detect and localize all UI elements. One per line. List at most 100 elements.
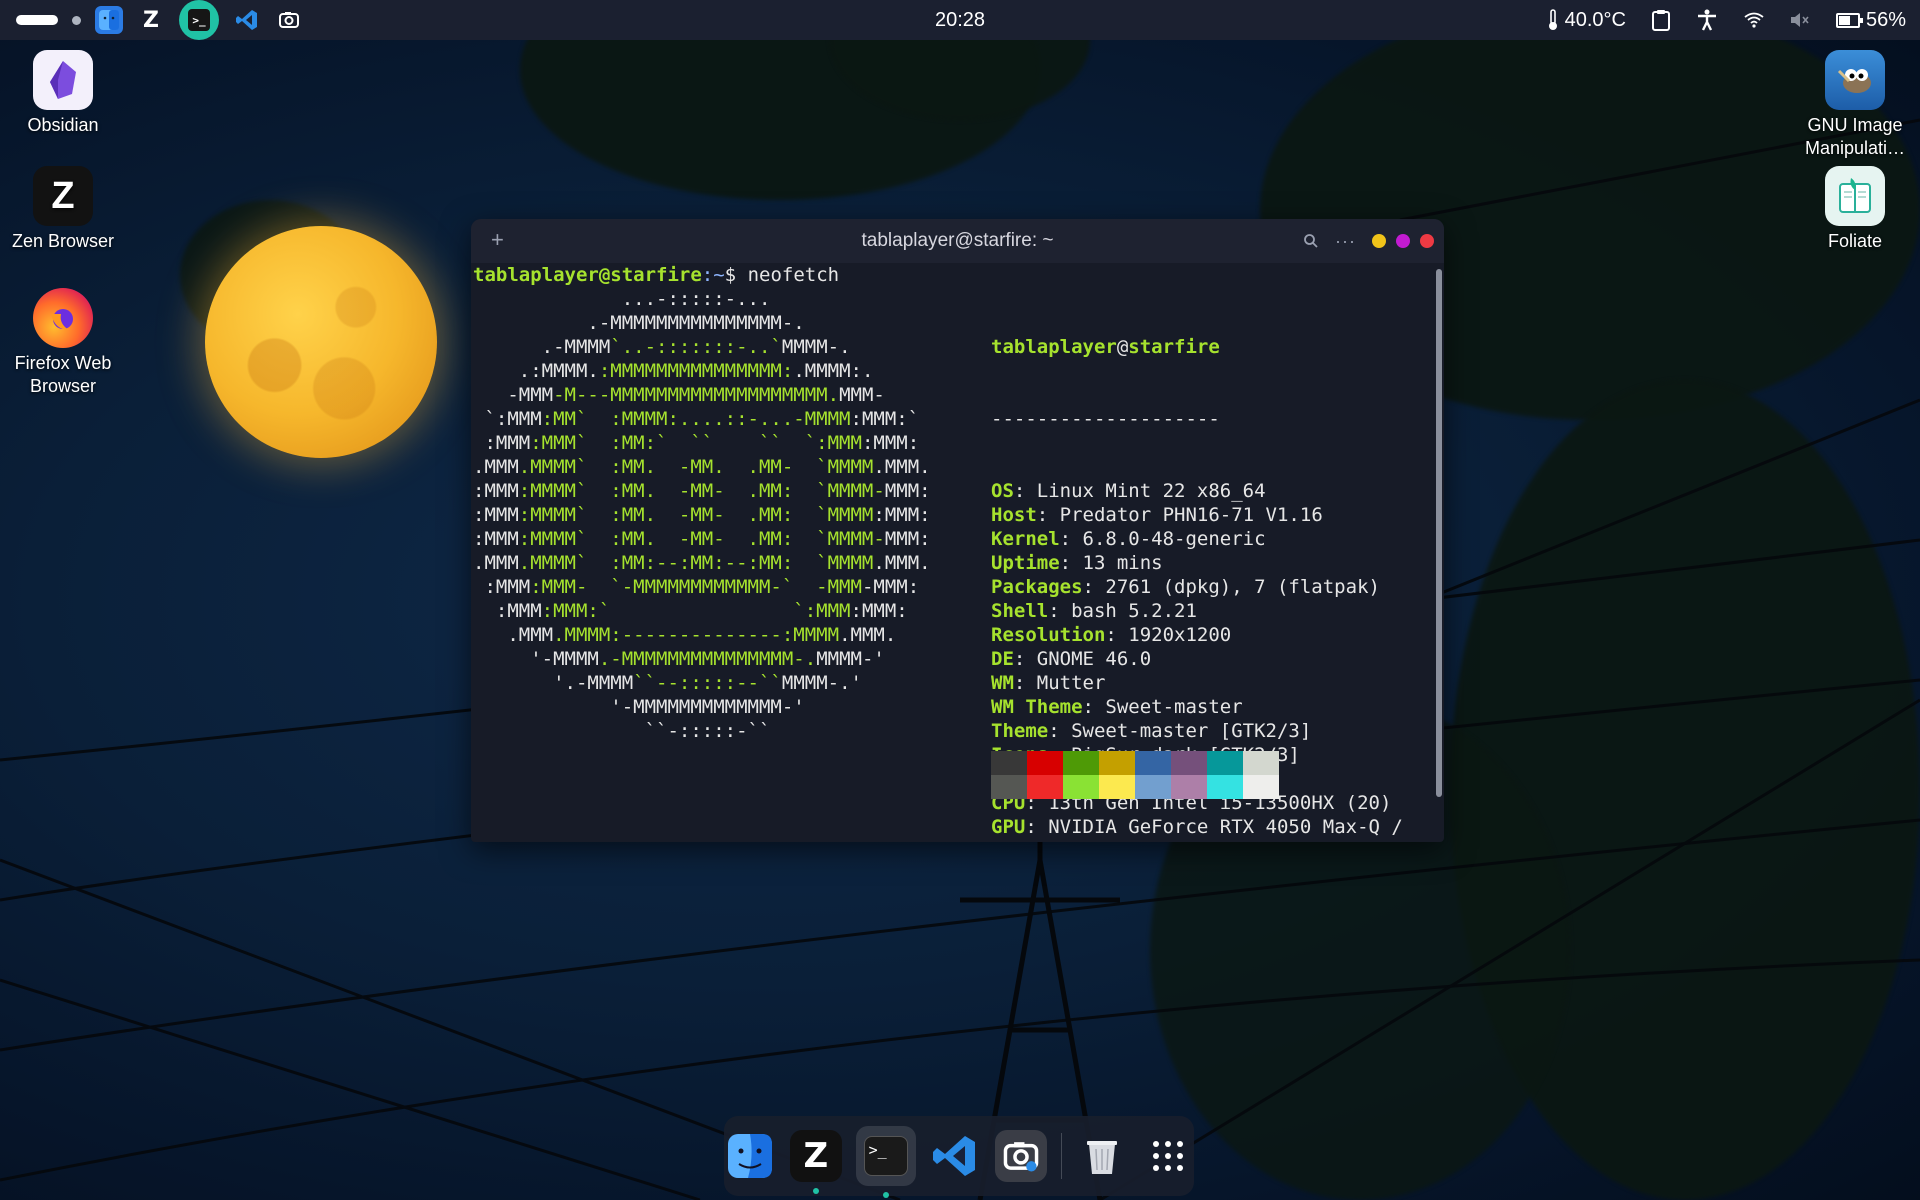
info-row: Host: Predator PHN16-71 V1.16 xyxy=(991,504,1323,526)
logo-segment: .MMMM` :MM:--:MM:--:MM: `MMMM xyxy=(518,552,874,574)
color-swatch xyxy=(1171,775,1207,799)
info-row: DE: GNOME 46.0 xyxy=(991,648,1152,670)
maximize-button[interactable] xyxy=(1396,234,1410,248)
running-indicator xyxy=(882,1192,889,1198)
logo-segment: '.-MMMM xyxy=(473,672,634,694)
info-value: Linux Mint 22 x86_64 xyxy=(1036,480,1266,502)
close-button[interactable] xyxy=(1420,234,1434,248)
info-row: Packages: 2761 (dpkg), 7 (flatpak) xyxy=(991,576,1380,598)
clock[interactable]: 20:28 xyxy=(925,9,995,31)
logo-segment: MMMM-. xyxy=(781,336,851,358)
finder-icon[interactable] xyxy=(724,1130,776,1182)
logo-segment: :MMM xyxy=(473,528,519,550)
info-row: Kernel: 6.8.0-48-generic xyxy=(991,528,1266,550)
desktop-icon-label: GNU Image Manipulati… xyxy=(1804,115,1906,158)
logo-line: :MMM:MMMM` :MM. -MM- .MM: `MMMM-MMM: xyxy=(473,527,931,551)
minimize-button[interactable] xyxy=(1372,234,1386,248)
desktop-icon-foliate[interactable]: Foliate xyxy=(1790,166,1920,253)
logo-segment: :MMM xyxy=(473,576,531,598)
mint-ascii-logo: ...-:::::-... .-MMMMMMMMMMMMMMM-. .-MMMM… xyxy=(473,287,931,743)
info-value: Sweet-master xyxy=(1105,696,1243,718)
screenshot-icon[interactable] xyxy=(995,1130,1048,1182)
terminal-icon[interactable]: >_ xyxy=(855,1126,916,1198)
logo-segment: `:MMM xyxy=(473,408,542,430)
logo-segment: '-MMMM xyxy=(473,648,599,670)
wifi-icon[interactable] xyxy=(1744,12,1764,28)
logo-line: -MMM-M---MMMMMMMMMMMMMMMMMMM.MMM- xyxy=(473,383,931,407)
logo-segment: :MMM xyxy=(473,480,519,502)
color-palette xyxy=(991,751,1279,799)
logo-line: .-MMMM`..-:::::::-..`MMMM-. xyxy=(473,335,931,359)
desktop-icon-firefox[interactable]: Firefox Web Browser xyxy=(0,288,128,398)
terminal-scrollbar[interactable] xyxy=(1436,269,1442,797)
logo-segment: MMM: xyxy=(884,528,931,550)
logo-segment: :MM` :MMMM:....::-...-MMMM xyxy=(541,408,851,430)
vscode-icon[interactable] xyxy=(930,1130,982,1182)
app-grid-icon[interactable] xyxy=(1142,1130,1194,1182)
desktop-icon-obsidian[interactable]: Obsidian xyxy=(0,50,128,137)
terminal-output[interactable]: tablaplayer@starfire:~$ neofetch ...-:::… xyxy=(473,263,1430,842)
logo-segment: :MMM xyxy=(473,504,519,526)
color-swatch xyxy=(1027,775,1063,799)
logo-segment: .MMM. xyxy=(839,624,897,646)
color-swatch xyxy=(1243,751,1279,775)
logo-segment: .MMM. xyxy=(873,456,931,478)
desktop-icon-zen-browser[interactable]: Z Zen Browser xyxy=(0,166,128,253)
info-key: GPU xyxy=(991,840,1025,842)
info-key: Theme xyxy=(991,720,1049,742)
logo-line: '-MMMM.-MMMMMMMMMMMMMMM-.MMMM-' xyxy=(473,647,931,671)
logo-line: .-MMMMMMMMMMMMMMM-. xyxy=(473,311,931,335)
search-icon[interactable] xyxy=(1303,233,1319,249)
logo-segment: :MMMM` :MM. -MM- .MM: `MMMM- xyxy=(518,528,885,550)
battery-indicator[interactable]: 56% xyxy=(1835,9,1906,32)
logo-segment: MMMM-.' xyxy=(781,672,862,694)
color-swatch xyxy=(991,775,1027,799)
logo-segment: :MMM:` xyxy=(850,408,920,430)
menu-icon[interactable]: ··· xyxy=(1335,231,1356,252)
logo-segment: -MMM: xyxy=(861,576,920,598)
battery-icon xyxy=(1835,12,1863,28)
info-key: Resolution xyxy=(991,624,1106,646)
volume-muted-icon[interactable] xyxy=(1790,11,1810,29)
terminal-title: tablaplayer@starfire: ~ xyxy=(861,230,1054,251)
logo-segment: .MMMM` :MM. -MM. .MM- `MMMM xyxy=(518,456,874,478)
info-row: Uptime: 13 mins xyxy=(991,552,1163,574)
desktop-icon-gimp[interactable]: GNU Image Manipulati… xyxy=(1790,50,1920,160)
clipboard-icon[interactable] xyxy=(1651,9,1670,31)
logo-segment: MMM: xyxy=(884,480,931,502)
info-value: Intel Alder Lake-S [UHD Graphic xyxy=(1048,840,1403,842)
color-swatch xyxy=(1243,775,1279,799)
info-row: GPU: NVIDIA GeForce RTX 4050 Max-Q / xyxy=(991,816,1403,838)
info-row: Resolution: 1920x1200 xyxy=(991,624,1232,646)
prompt-line: tablaplayer@starfire:~$ neofetch xyxy=(473,263,839,287)
desktop-icon-label: Zen Browser xyxy=(11,231,115,251)
temperature-value: 40.0°C xyxy=(1564,8,1626,31)
color-swatch xyxy=(1063,751,1099,775)
zen-icon[interactable]: Z xyxy=(789,1130,842,1194)
logo-line: .MMM.MMMM:--------------:MMMM.MMM. xyxy=(473,623,931,647)
top-panel: Z >_ 20:28 40.0°C 56% xyxy=(0,0,1920,40)
prompt-user: tablaplayer@starfire xyxy=(473,264,702,286)
foliate-icon xyxy=(1825,166,1885,226)
logo-segment: :MMM xyxy=(473,432,531,454)
temperature-indicator[interactable]: 40.0°C xyxy=(1547,9,1626,32)
info-value: NVIDIA GeForce RTX 4050 Max-Q / xyxy=(1048,816,1403,838)
logo-segment: :MMM: xyxy=(850,600,908,622)
accessibility-icon[interactable] xyxy=(1696,9,1718,31)
trash-icon[interactable] xyxy=(1076,1130,1128,1182)
desktop-icon-label: Obsidian xyxy=(27,115,99,135)
color-swatch xyxy=(1171,751,1207,775)
logo-segment: ...-:::::-... xyxy=(473,288,771,310)
terminal-titlebar[interactable]: + tablaplayer@starfire: ~ ··· xyxy=(471,219,1444,263)
color-swatch xyxy=(1135,775,1171,799)
terminal-window[interactable]: + tablaplayer@starfire: ~ ··· tablaplaye… xyxy=(471,219,1444,842)
logo-line: .:MMMM.:MMMMMMMMMMMMMMM:.MMMM:. xyxy=(473,359,931,383)
logo-segment: .MMMM:. xyxy=(793,360,874,382)
logo-segment: :MMM- `-MMMMMMMMMMMM-` -MMM xyxy=(530,576,862,598)
info-key: GPU xyxy=(991,816,1026,838)
color-swatch xyxy=(1099,751,1135,775)
dock-separator xyxy=(1061,1133,1063,1179)
logo-line: :MMM:MMMM` :MM. -MM- .MM: `MMMM-MMM: xyxy=(473,479,931,503)
logo-segment: MMMM-' xyxy=(816,648,885,670)
info-row: Shell: bash 5.2.21 xyxy=(991,600,1197,622)
